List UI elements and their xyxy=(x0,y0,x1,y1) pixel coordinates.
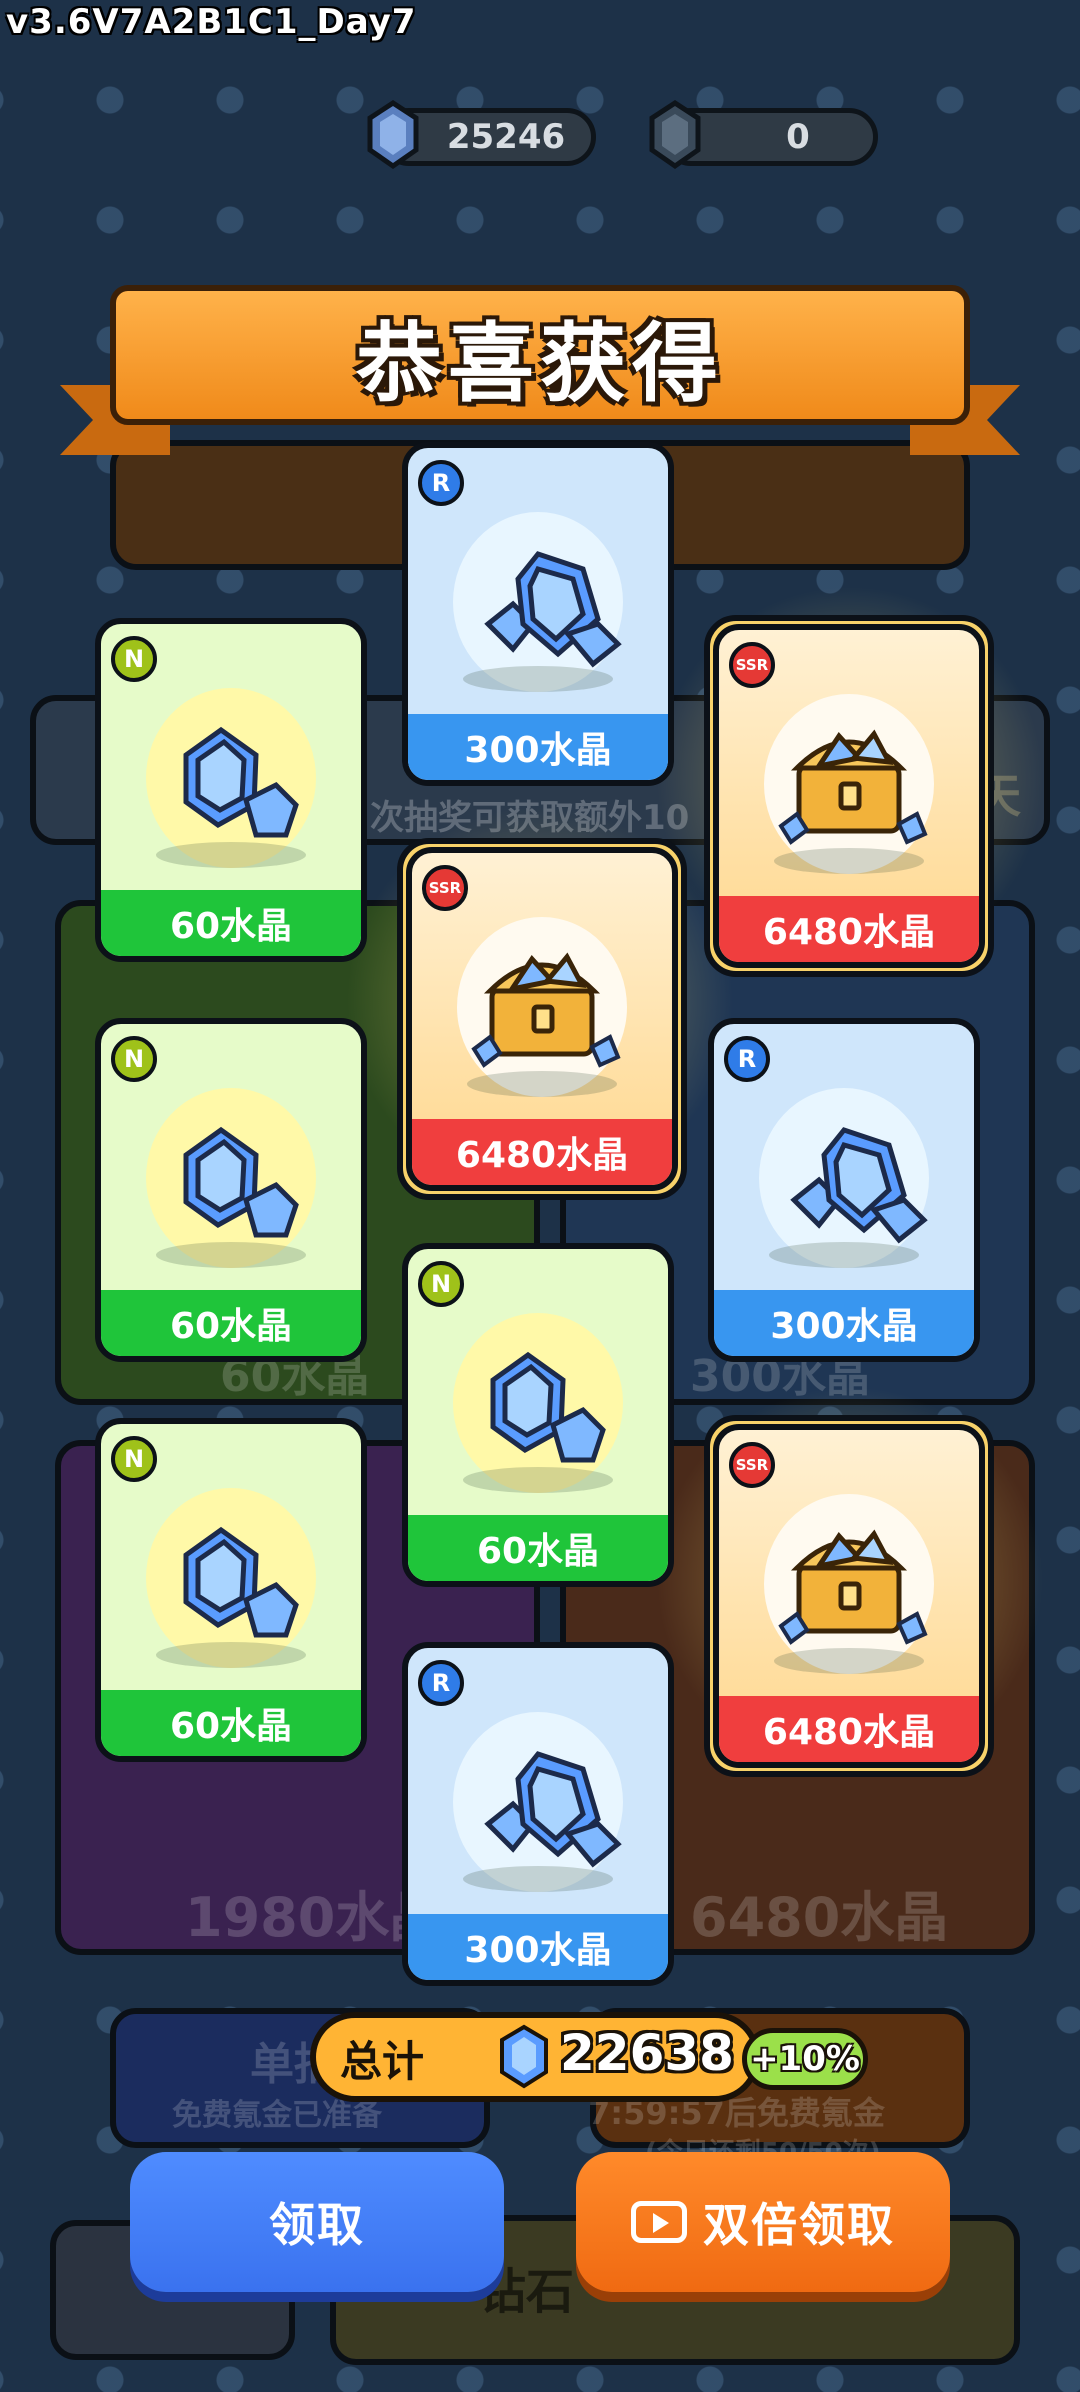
title-banner: 恭喜获得 xyxy=(110,285,970,425)
rarity-badge: R xyxy=(724,1036,770,1082)
reward-card[interactable]: SSR 6480水晶 xyxy=(406,847,678,1191)
gold-crystal-count: 0 xyxy=(786,117,810,157)
crystal-cluster-icon xyxy=(484,1751,622,1868)
claim-button-label: 领取 xyxy=(269,2198,365,2252)
version-label: v3.6V7A2B1C1_Day7 xyxy=(6,2,417,42)
bg-bottom-right-value: 6480水晶 xyxy=(690,1886,949,1949)
reward-card[interactable]: R 300水晶 xyxy=(402,442,674,786)
card-reward-label: 6480水晶 xyxy=(719,896,979,962)
card-reward-label: 60水晶 xyxy=(101,1290,361,1356)
rarity-badge: SSR xyxy=(729,1442,775,1488)
crystal-icon xyxy=(183,726,299,838)
double-claim-label: 双倍领取 xyxy=(703,2198,895,2252)
crystal-icon xyxy=(367,100,419,170)
reward-card[interactable]: SSR 6480水晶 xyxy=(713,1424,985,1768)
card-reward-label: 6480水晶 xyxy=(412,1119,672,1185)
rarity-badge: N xyxy=(111,1436,157,1482)
double-claim-button[interactable]: 双倍领取 xyxy=(576,2152,950,2292)
rarity-badge: R xyxy=(418,1660,464,1706)
crystal-icon xyxy=(500,2024,548,2089)
card-reward-label: 60水晶 xyxy=(408,1515,668,1581)
crystal-icon xyxy=(183,1126,299,1238)
reward-card[interactable]: N 60水晶 xyxy=(402,1243,674,1587)
video-ad-icon xyxy=(631,2201,687,2243)
crystal-count: 25246 xyxy=(446,117,566,157)
reward-card[interactable]: R 300水晶 xyxy=(402,1642,674,1986)
crystal-icon xyxy=(490,1351,606,1463)
reward-card[interactable]: SSR 6480水晶 xyxy=(713,624,985,968)
rarity-badge: N xyxy=(111,636,157,682)
card-reward-label: 6480水晶 xyxy=(719,1696,979,1762)
rarity-badge: N xyxy=(418,1261,464,1307)
congrats-title: 恭喜获得 xyxy=(356,313,724,414)
crystal-icon xyxy=(183,1526,299,1638)
reward-card[interactable]: N 60水晶 xyxy=(95,618,367,962)
crystal-cluster-icon xyxy=(484,551,622,668)
reward-card[interactable]: N 60水晶 xyxy=(95,1018,367,1362)
rarity-badge: R xyxy=(418,460,464,506)
card-reward-label: 300水晶 xyxy=(408,1914,668,1980)
reward-card[interactable]: N 60水晶 xyxy=(95,1418,367,1762)
rarity-badge: SSR xyxy=(729,642,775,688)
card-reward-label: 300水晶 xyxy=(714,1290,974,1356)
card-reward-label: 300水晶 xyxy=(408,714,668,780)
treasure-chest-icon xyxy=(778,729,928,845)
total-label: 总计 xyxy=(340,2037,425,2086)
rarity-badge: SSR xyxy=(422,865,468,911)
claim-button[interactable]: 领取 xyxy=(130,2152,504,2292)
treasure-chest-icon xyxy=(471,952,621,1068)
total-value: 22638 xyxy=(560,2024,734,2082)
bonus-badge: +10% xyxy=(742,2028,868,2090)
card-reward-label: 60水晶 xyxy=(101,1690,361,1756)
rarity-badge: N xyxy=(111,1036,157,1082)
treasure-chest-icon xyxy=(778,1529,928,1645)
reward-card[interactable]: R 300水晶 xyxy=(708,1018,980,1362)
crystal-cluster-icon xyxy=(790,1127,928,1244)
gold-crystal-icon xyxy=(649,100,701,170)
card-reward-label: 60水晶 xyxy=(101,890,361,956)
